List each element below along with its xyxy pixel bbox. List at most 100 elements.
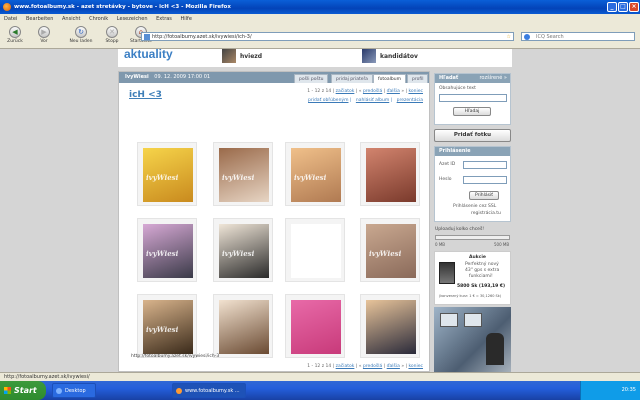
taskbar-desktop[interactable]: Desktop	[52, 383, 96, 398]
photo-watermark: ivyWiesi	[369, 249, 402, 258]
url-bar[interactable]: http://fotoalbumy.azet.sk/ivywiesi/ich-3…	[141, 32, 514, 41]
reload-button[interactable]: ↻ Neu laden	[68, 26, 94, 44]
status-text: http://fotoalbumy.azet.sk/ivywiesi/	[4, 374, 90, 380]
photo-thumbnail[interactable]: ivyWiesi	[213, 142, 273, 206]
upload-quota-bar	[435, 235, 510, 240]
photo-watermark: ivyWiesi	[222, 249, 255, 258]
pager-prev[interactable]: predošlá	[363, 89, 382, 94]
search-input[interactable]: ICQ Search	[521, 32, 635, 41]
pager-first-bottom[interactable]: začiatok	[336, 364, 355, 369]
ad-line-2: 43" gps s extra	[465, 268, 500, 273]
photo-thumbnail[interactable]: ivyWiesi	[360, 218, 420, 282]
pager-bottom: 1 - 12 z 14 | začiatok | « predošlá | ďa…	[307, 364, 423, 369]
stop-button[interactable]: ✕ Stopp	[99, 26, 125, 44]
banner-item-1[interactable]: hviezd	[240, 53, 262, 60]
photo-thumbnail[interactable]: ivyWiesi	[213, 218, 273, 282]
status-bar: http://fotoalbumy.azet.sk/ivywiesi/	[0, 372, 640, 381]
azet-id-label: Azet ID	[439, 162, 456, 167]
auction-ad[interactable]: Aukcie Perfektný nový 43" gps s extra fu…	[434, 251, 511, 305]
back-button[interactable]: ◀ Zurück	[2, 26, 28, 44]
menu-datei[interactable]: Datei	[4, 16, 17, 22]
photo-image	[366, 148, 416, 202]
pager-next[interactable]: ďalšia	[387, 89, 400, 94]
forward-button[interactable]: ▶ Vor	[31, 26, 57, 44]
menu-ansicht[interactable]: Ansicht	[62, 16, 80, 22]
tab-add-friend[interactable]: pridaj priateľa	[331, 74, 373, 83]
menu-bearbeiten[interactable]: Bearbeiten	[26, 16, 53, 22]
advert-screen-1	[440, 313, 458, 327]
photo-thumbnail[interactable]: ivyWiesi	[137, 294, 197, 358]
search-button[interactable]: Hľadaj	[453, 107, 491, 116]
slideshow-link[interactable]: prezentácia	[397, 98, 423, 103]
sidebar-search-input[interactable]	[439, 94, 507, 102]
pager-first[interactable]: začiatok	[336, 89, 355, 94]
add-favorite-link[interactable]: pridať obľúbeným	[308, 98, 348, 103]
photo-thumbnail[interactable]: ivyWiesi	[137, 218, 197, 282]
register-link[interactable]: registrácia.tu	[471, 211, 501, 216]
pager-prev-bottom[interactable]: predošlá	[363, 364, 382, 369]
tab-photoalbum[interactable]: fotoalbum	[373, 74, 406, 83]
menu-extras[interactable]: Extras	[156, 16, 172, 22]
menu-lesezeichen[interactable]: Lesezeichen	[117, 16, 148, 22]
advanced-search-link[interactable]: rozšírené »	[479, 74, 507, 83]
forward-label: Vor	[40, 39, 48, 44]
photo-watermark: ivyWiesi	[222, 173, 255, 182]
maximize-button[interactable]: □	[618, 2, 628, 12]
menu-hilfe[interactable]: Hilfe	[181, 16, 192, 22]
windows-logo-icon	[4, 387, 11, 394]
banner-title[interactable]: aktuality	[124, 49, 173, 61]
photo-thumbnail[interactable]	[360, 294, 420, 358]
advert-screen-2	[464, 313, 482, 327]
advert-image[interactable]	[434, 307, 511, 372]
start-button[interactable]: Start	[0, 381, 46, 400]
pager-next-bottom[interactable]: ďalšia	[387, 364, 400, 369]
desktop-icon	[56, 388, 62, 394]
banner-thumb-2[interactable]	[362, 49, 376, 63]
gps-device-image	[439, 262, 455, 284]
album-panel: IvyWiesi 09. 12. 2009 17:00 01 pošli poš…	[118, 71, 430, 372]
photo-thumbnail[interactable]	[213, 294, 273, 358]
photo-thumbnail[interactable]	[285, 294, 345, 358]
login-box: Prihlásenie Azet ID Heslo Prihlásiť Prih…	[434, 146, 511, 222]
tab-profile[interactable]: profil	[407, 74, 429, 83]
task-firefox-label: www.fotoalbumy.sk ...	[185, 388, 240, 394]
pager-top: 1 - 12 z 14 | začiatok | « predošlá | ďa…	[307, 89, 423, 94]
menu-chronik[interactable]: Chronik	[89, 16, 108, 22]
window-title: www.fotoalbumy.sk - azet stretávky - byt…	[14, 4, 231, 10]
album-title[interactable]: icH <3	[129, 90, 162, 100]
photo-thumbnail[interactable]: ivyWiesi	[285, 142, 345, 206]
azet-id-input[interactable]	[463, 161, 507, 169]
login-button[interactable]: Prihlásiť	[469, 191, 499, 200]
add-photo-button[interactable]: Pridať fotku	[434, 129, 511, 142]
password-input[interactable]	[463, 176, 507, 184]
pager-last-bottom[interactable]: koniec	[408, 364, 423, 369]
photo-image	[291, 300, 341, 354]
close-button[interactable]: ×	[629, 2, 639, 12]
news-banner: aktuality hviezd kandidátov	[118, 49, 512, 67]
upload-label[interactable]: Uploaduj kolko chceš!	[435, 227, 484, 232]
ad-line-3: funkciami!	[469, 274, 493, 279]
login-box-header: Prihlásenie	[435, 147, 510, 156]
menubar: Datei Bearbeiten Ansicht Chronik Lesezei…	[0, 14, 640, 24]
report-album-link[interactable]: nahlásiť album	[356, 98, 389, 103]
photo-watermark: ivyWiesi	[146, 173, 179, 182]
stop-label: Stopp	[105, 39, 119, 44]
taskbar-firefox[interactable]: www.fotoalbumy.sk ...	[172, 383, 246, 398]
photo-image	[219, 300, 269, 354]
upload-max: 500 MB	[494, 242, 510, 247]
ssl-login-link[interactable]: Prihlásenie cez SSL	[453, 204, 496, 209]
banner-thumb-1[interactable]	[222, 49, 236, 63]
reload-label: Neu laden	[69, 39, 93, 44]
search-engine-icon	[524, 34, 530, 40]
minimize-button[interactable]: _	[607, 2, 617, 12]
tab-send-mail[interactable]: pošli poštu	[294, 74, 329, 83]
photo-thumbnail[interactable]	[360, 142, 420, 206]
pager-last[interactable]: koniec	[408, 89, 423, 94]
album-user[interactable]: IvyWiesi	[125, 74, 149, 80]
ad-line-1: Perfektný nový	[465, 262, 499, 267]
back-label: Zurück	[7, 39, 23, 44]
advert-figure	[486, 333, 504, 365]
photo-thumbnail[interactable]: ivyWiesi	[137, 142, 197, 206]
bookmark-star-icon[interactable]: ☆	[507, 33, 511, 41]
banner-item-2[interactable]: kandidátov	[380, 53, 418, 60]
